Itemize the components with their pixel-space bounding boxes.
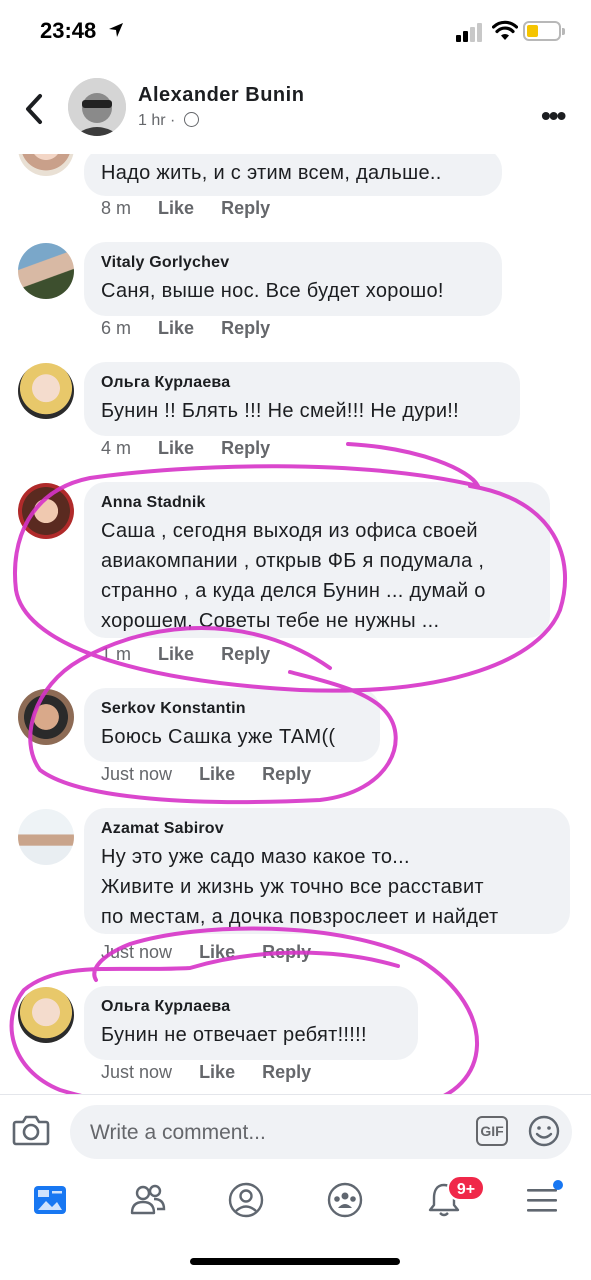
comment-actions: 4 m Like Reply	[101, 438, 292, 462]
reply-button[interactable]: Reply	[221, 438, 270, 459]
groups-icon[interactable]	[325, 1180, 365, 1220]
comment-placeholder: Write a comment...	[90, 1121, 266, 1144]
comment-time: 1 m	[101, 644, 132, 664]
commenter-name[interactable]: Ольга Курлаева	[101, 996, 400, 1018]
battery-icon	[523, 21, 565, 41]
comment-text-line: хорошем, Советы тебе не нужны ...	[101, 610, 440, 632]
comment-time: Just now	[101, 764, 173, 784]
commenter-name[interactable]: Anna Stadnik	[101, 492, 532, 514]
commenter-name[interactable]: Serkov Konstantin	[101, 698, 362, 720]
like-button[interactable]: Like	[158, 438, 194, 459]
meta-separator: ·	[170, 112, 176, 129]
comment-text: Бунин не отвечает ребят!!!!!	[101, 1024, 367, 1046]
wifi-icon	[492, 20, 518, 40]
comment-time: Just now	[101, 942, 173, 962]
comment-text: Бунин !! Блять !!! Не смей!!! Не дури!!	[101, 400, 460, 422]
friends-icon[interactable]	[128, 1180, 168, 1220]
post-header: Alexander Bunin 1 hr · •••	[0, 64, 591, 154]
gif-icon[interactable]: GIF	[476, 1116, 508, 1146]
comment-time: 6 m	[101, 318, 132, 338]
comment-text-line: Саша , сегодня выходя из офиса своей	[101, 520, 478, 542]
menu-new-dot	[553, 1180, 563, 1190]
comment-bubble: Serkov Konstantin Боюсь Сашка уже ТАМ((	[84, 688, 380, 762]
like-button[interactable]: Like	[158, 198, 194, 219]
notifications-badge: 9+	[447, 1175, 485, 1201]
commenter-avatar[interactable]	[18, 809, 74, 865]
like-button[interactable]: Like	[158, 318, 194, 339]
commenter-avatar[interactable]	[18, 243, 74, 299]
comment-time: Just now	[101, 1062, 173, 1082]
comment-bubble: Azamat Sabirov Ну это уже садо мазо како…	[84, 808, 570, 934]
comment-text: Надо жить, и с этим всем, дальше..	[101, 162, 442, 184]
comment-time: 8 m	[101, 198, 132, 218]
author-name[interactable]: Alexander Bunin	[138, 84, 304, 107]
reply-button[interactable]: Reply	[221, 644, 270, 665]
comment-actions: 8 m Like Reply	[101, 198, 292, 222]
like-button[interactable]: Like	[199, 1062, 235, 1083]
like-button[interactable]: Like	[199, 942, 235, 963]
comment-actions: Just now Like Reply	[101, 1062, 333, 1086]
post-meta: 1 hr ·	[138, 112, 199, 130]
commenter-avatar[interactable]	[18, 363, 74, 419]
comment-actions: 1 m Like Reply	[101, 644, 292, 668]
author-avatar[interactable]	[68, 78, 126, 136]
commenter-name[interactable]: Vitaly Gorlychev	[101, 252, 484, 274]
comment-text-line: странно , а куда делся Бунин ... думай о	[101, 580, 486, 602]
like-button[interactable]: Like	[158, 644, 194, 665]
more-options-icon[interactable]: •••	[541, 100, 566, 132]
reply-button[interactable]: Reply	[221, 198, 270, 219]
profile-icon[interactable]	[226, 1180, 266, 1220]
emoji-icon[interactable]	[528, 1115, 560, 1147]
comment-actions: Just now Like Reply	[101, 764, 333, 788]
tab-bar	[0, 1170, 591, 1240]
comment-bubble: Vitaly Gorlychev Саня, выше нос. Все буд…	[84, 242, 502, 316]
comment-bubble: Ольга Курлаева Бунин !! Блять !!! Не сме…	[84, 362, 520, 436]
commenter-name[interactable]: Ольга Курлаева	[101, 372, 502, 394]
comment-bubble: Ольга Курлаева Бунин не отвечает ребят!!…	[84, 986, 418, 1060]
comment-text: Боюсь Сашка уже ТАМ((	[101, 726, 336, 748]
like-button[interactable]: Like	[199, 764, 235, 785]
comment-bubble: Anna Stadnik Саша , сегодня выходя из оф…	[84, 482, 550, 638]
reply-button[interactable]: Reply	[262, 942, 311, 963]
commenter-avatar[interactable]	[18, 689, 74, 745]
comment-actions: Just now Like Reply	[101, 942, 333, 966]
post-age: 1 hr	[138, 112, 166, 129]
reply-button[interactable]: Reply	[262, 764, 311, 785]
commenter-avatar[interactable]	[18, 987, 74, 1043]
back-chevron-icon[interactable]	[20, 92, 48, 126]
reply-button[interactable]: Reply	[221, 318, 270, 339]
comment-text: Саша , сегодня выходя из офиса своей ави…	[101, 516, 532, 636]
comment-text: Ну это уже садо мазо какое то... Живите …	[101, 842, 552, 932]
comment-time: 4 m	[101, 438, 132, 458]
comment-composer: Write a comment... GIF	[0, 1094, 591, 1170]
news-feed-icon[interactable]	[30, 1180, 70, 1220]
reply-button[interactable]: Reply	[262, 1062, 311, 1083]
comment-text-line: Ну это уже садо мазо какое то...	[101, 846, 410, 868]
commenter-name[interactable]: Azamat Sabirov	[101, 818, 552, 840]
commenter-avatar[interactable]	[18, 154, 74, 176]
comment-text-line: авиакомпании , открыв ФБ я подумала ,	[101, 550, 485, 572]
public-globe-icon	[183, 112, 199, 127]
comments-list: Надо жить, и с этим всем, дальше.. 8 m L…	[0, 154, 591, 1094]
status-bar: 23:48	[0, 0, 591, 64]
comment-text: Саня, выше нос. Все будет хорошо!	[101, 280, 444, 302]
comment-actions: 6 m Like Reply	[101, 318, 292, 342]
home-indicator[interactable]	[190, 1258, 400, 1265]
commenter-avatar[interactable]	[18, 483, 74, 539]
comment-text-line: Живите и жизнь уж точно все расставит	[101, 876, 484, 898]
camera-icon[interactable]	[12, 1113, 50, 1147]
cellular-signal-icon	[456, 23, 482, 42]
comment-text-line: по местам, а дочка повзрослеет и найдет	[101, 906, 499, 928]
status-time: 23:48	[40, 18, 97, 43]
location-arrow-icon	[109, 23, 123, 37]
comment-bubble: Надо жить, и с этим всем, дальше..	[84, 154, 502, 196]
